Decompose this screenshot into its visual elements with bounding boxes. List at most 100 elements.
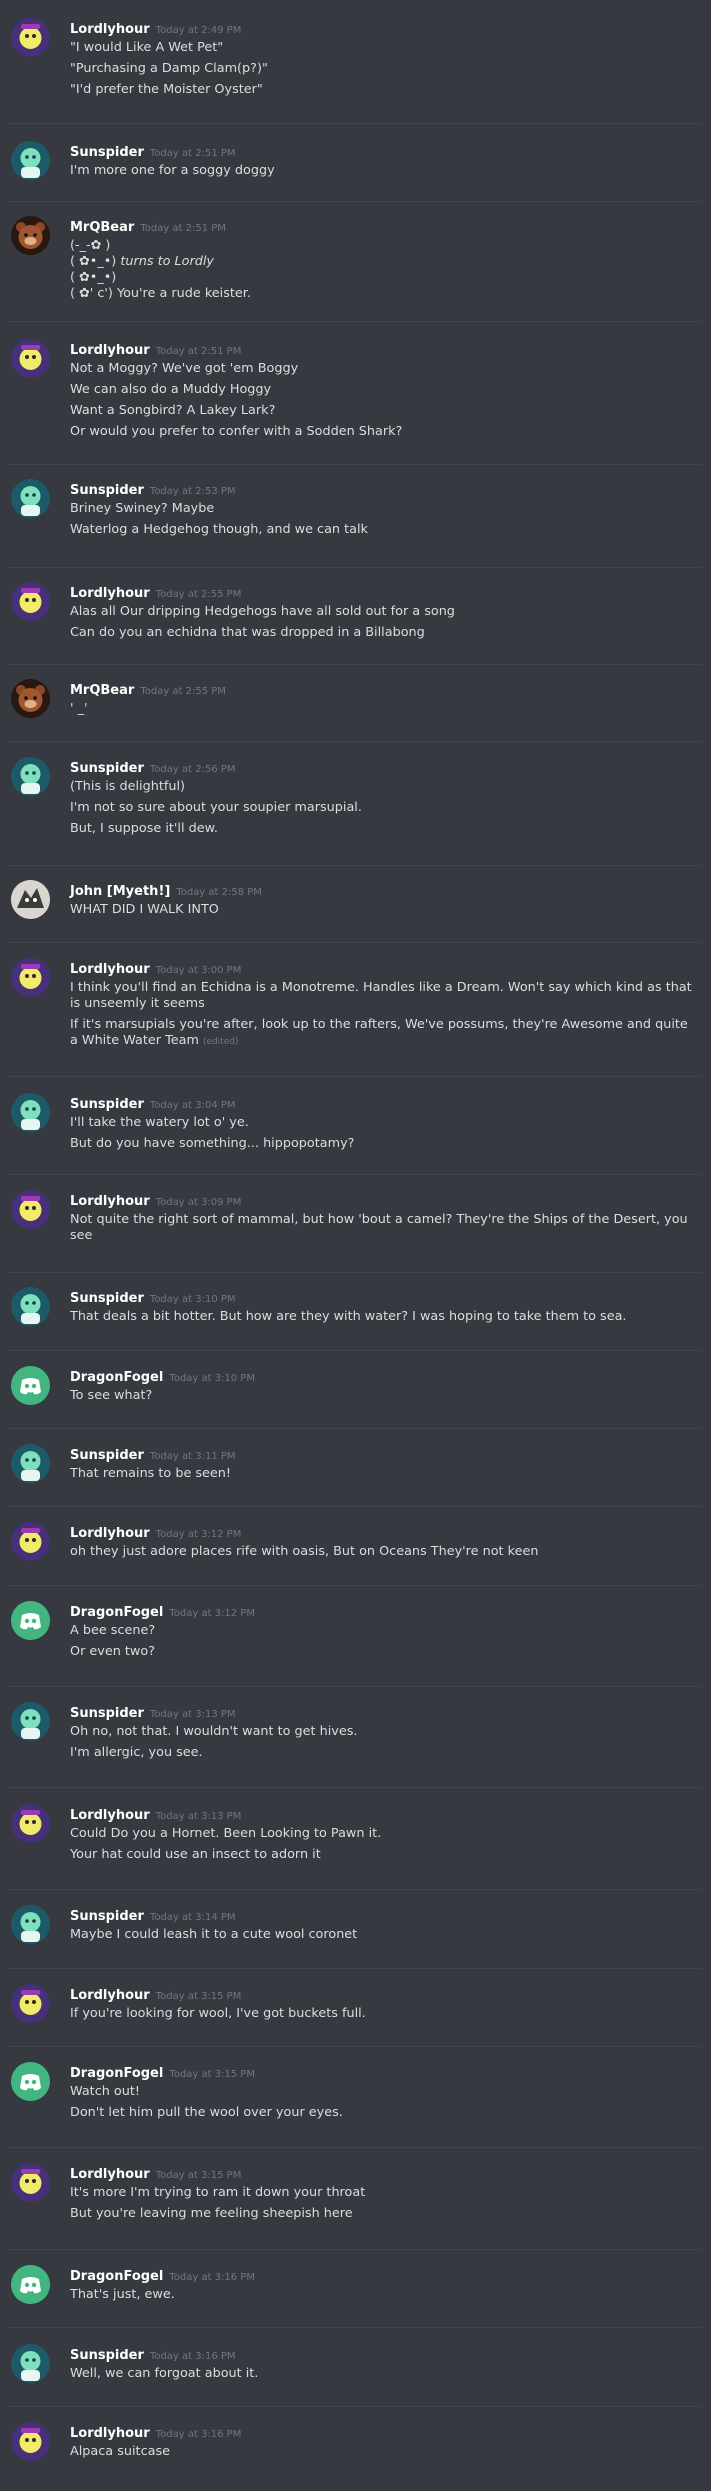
timestamp: Today at 2:53 PM (149, 486, 236, 497)
message-text-content: Could Do you a Hornet. Been Looking to P… (70, 1826, 382, 1841)
message-text-content: I'm more one for a soggy doggy (70, 163, 275, 178)
lordlyhour-avatar[interactable] (11, 958, 50, 997)
john-avatar[interactable] (11, 880, 50, 919)
username[interactable]: Sunspider (70, 1448, 144, 1463)
message-body: It's more I'm trying to ram it down your… (70, 2185, 699, 2222)
username[interactable]: DragonFogel (70, 1370, 163, 1385)
message-text: I think you'll find an Echidna is a Mono… (70, 980, 699, 1012)
username[interactable]: DragonFogel (70, 1605, 163, 1620)
username[interactable]: Lordlyhour (70, 586, 150, 601)
username[interactable]: Lordlyhour (70, 1526, 150, 1541)
message-header: Lordlyhour Today at 2:51 PM (70, 339, 241, 361)
message-divider (8, 1787, 703, 1788)
username[interactable]: Sunspider (70, 483, 144, 498)
message-divider (8, 2406, 703, 2407)
lordlyhour-avatar[interactable] (11, 18, 50, 57)
message-text: Can do you an echidna that was dropped i… (70, 625, 699, 641)
sunspider-avatar[interactable] (11, 1093, 50, 1132)
username[interactable]: Lordlyhour (70, 22, 150, 37)
dragonfogel-avatar[interactable] (11, 2062, 50, 2101)
timestamp: Today at 3:16 PM (169, 2272, 255, 2283)
message-header: Sunspider Today at 3:13 PM (70, 1702, 236, 1724)
timestamp: Today at 2:58 PM (176, 887, 262, 898)
timestamp: Today at 3:13 PM (155, 1811, 242, 1822)
message-text: Or would you prefer to confer with a Sod… (70, 424, 699, 440)
username[interactable]: DragonFogel (70, 2269, 163, 2284)
mrqbear-avatar[interactable] (11, 216, 50, 255)
username[interactable]: Sunspider (70, 1909, 144, 1924)
sunspider-avatar[interactable] (11, 1702, 50, 1741)
message-text: That deals a bit hotter. But how are the… (70, 1309, 699, 1325)
message-body: If you're looking for wool, I've got buc… (70, 2006, 699, 2022)
username[interactable]: Lordlyhour (70, 1194, 150, 1209)
message-body: Oh no, not that. I wouldn't want to get … (70, 1724, 699, 1761)
username[interactable]: Lordlyhour (70, 1988, 150, 2003)
sunspider-avatar[interactable] (11, 2344, 50, 2383)
message-text: That remains to be seen! (70, 1466, 699, 1482)
message-text: A bee scene? (70, 1623, 699, 1639)
lordlyhour-avatar[interactable] (11, 1522, 50, 1561)
timestamp: Today at 2:55 PM (140, 686, 226, 697)
lordlyhour-avatar[interactable] (11, 1190, 50, 1229)
message-text: "I would Like A Wet Pet" (70, 40, 699, 56)
message-header: DragonFogel Today at 3:16 PM (70, 2265, 255, 2287)
username[interactable]: Sunspider (70, 1097, 144, 1112)
message-divider (8, 1686, 703, 1687)
timestamp: Today at 3:15 PM (155, 1991, 242, 2002)
message-text: But do you have something... hippopotamy… (70, 1136, 699, 1152)
username[interactable]: Lordlyhour (70, 1808, 150, 1823)
username[interactable]: Sunspider (70, 2348, 144, 2363)
dragonfogel-avatar[interactable] (11, 1366, 50, 1405)
sunspider-avatar[interactable] (11, 1444, 50, 1483)
username[interactable]: Sunspider (70, 145, 144, 160)
message-header: DragonFogel Today at 3:12 PM (70, 1601, 255, 1623)
message-header: Lordlyhour Today at 3:12 PM (70, 1522, 241, 1544)
lordlyhour-avatar[interactable] (11, 1984, 50, 2023)
message-text: I'm allergic, you see. (70, 1745, 699, 1761)
message-header: MrQBear Today at 2:51 PM (70, 216, 226, 238)
dragonfogel-avatar[interactable] (11, 2265, 50, 2304)
message-text: oh they just adore places rife with oasi… (70, 1544, 699, 1560)
username[interactable]: Lordlyhour (70, 343, 150, 358)
message-text: But you're leaving me feeling sheepish h… (70, 2206, 699, 2222)
lordlyhour-avatar[interactable] (11, 1804, 50, 1843)
message-divider (8, 201, 703, 202)
message-text-content: Or would you prefer to confer with a Sod… (70, 424, 403, 439)
username[interactable]: Lordlyhour (70, 2167, 150, 2182)
message-divider (8, 1272, 703, 1273)
timestamp: Today at 3:15 PM (155, 2170, 242, 2181)
sunspider-avatar[interactable] (11, 757, 50, 796)
message-text-content: A bee scene? (70, 1623, 156, 1638)
username[interactable]: Lordlyhour (70, 962, 150, 977)
message-text: ( ✿•_•) turns to Lordly (70, 254, 699, 270)
username[interactable]: John [Myeth!] (70, 884, 170, 899)
username[interactable]: DragonFogel (70, 2066, 163, 2081)
sunspider-avatar[interactable] (11, 1287, 50, 1326)
sunspider-avatar[interactable] (11, 1905, 50, 1944)
message-body: That's just, ewe. (70, 2287, 699, 2303)
lordlyhour-avatar[interactable] (11, 2163, 50, 2202)
mrqbear-avatar[interactable] (11, 679, 50, 718)
dragonfogel-avatar[interactable] (11, 1601, 50, 1640)
username[interactable]: MrQBear (70, 220, 134, 235)
username[interactable]: Sunspider (70, 1706, 144, 1721)
edited-marker: (edited) (202, 1037, 239, 1047)
username[interactable]: Lordlyhour (70, 2426, 150, 2441)
message-body: That remains to be seen! (70, 1466, 699, 1482)
lordlyhour-avatar[interactable] (11, 582, 50, 621)
message-text-content: Oh no, not that. I wouldn't want to get … (70, 1724, 358, 1739)
message-header: Sunspider Today at 3:04 PM (70, 1093, 236, 1115)
message-text: Not quite the right sort of mammal, but … (70, 1212, 699, 1244)
username[interactable]: MrQBear (70, 683, 134, 698)
username[interactable]: Sunspider (70, 1291, 144, 1306)
sunspider-avatar[interactable] (11, 141, 50, 180)
message-text: Oh no, not that. I wouldn't want to get … (70, 1724, 699, 1740)
message-text: "I'd prefer the Moister Oyster" (70, 82, 699, 98)
message-text-content: Alas all Our dripping Hedgehogs have all… (70, 604, 455, 619)
message-text: ( ✿' c') You're a rude keister. (70, 286, 699, 302)
lordlyhour-avatar[interactable] (11, 2422, 50, 2461)
message-text-content: I think you'll find an Echidna is a Mono… (70, 980, 696, 1011)
lordlyhour-avatar[interactable] (11, 339, 50, 378)
sunspider-avatar[interactable] (11, 479, 50, 518)
username[interactable]: Sunspider (70, 761, 144, 776)
